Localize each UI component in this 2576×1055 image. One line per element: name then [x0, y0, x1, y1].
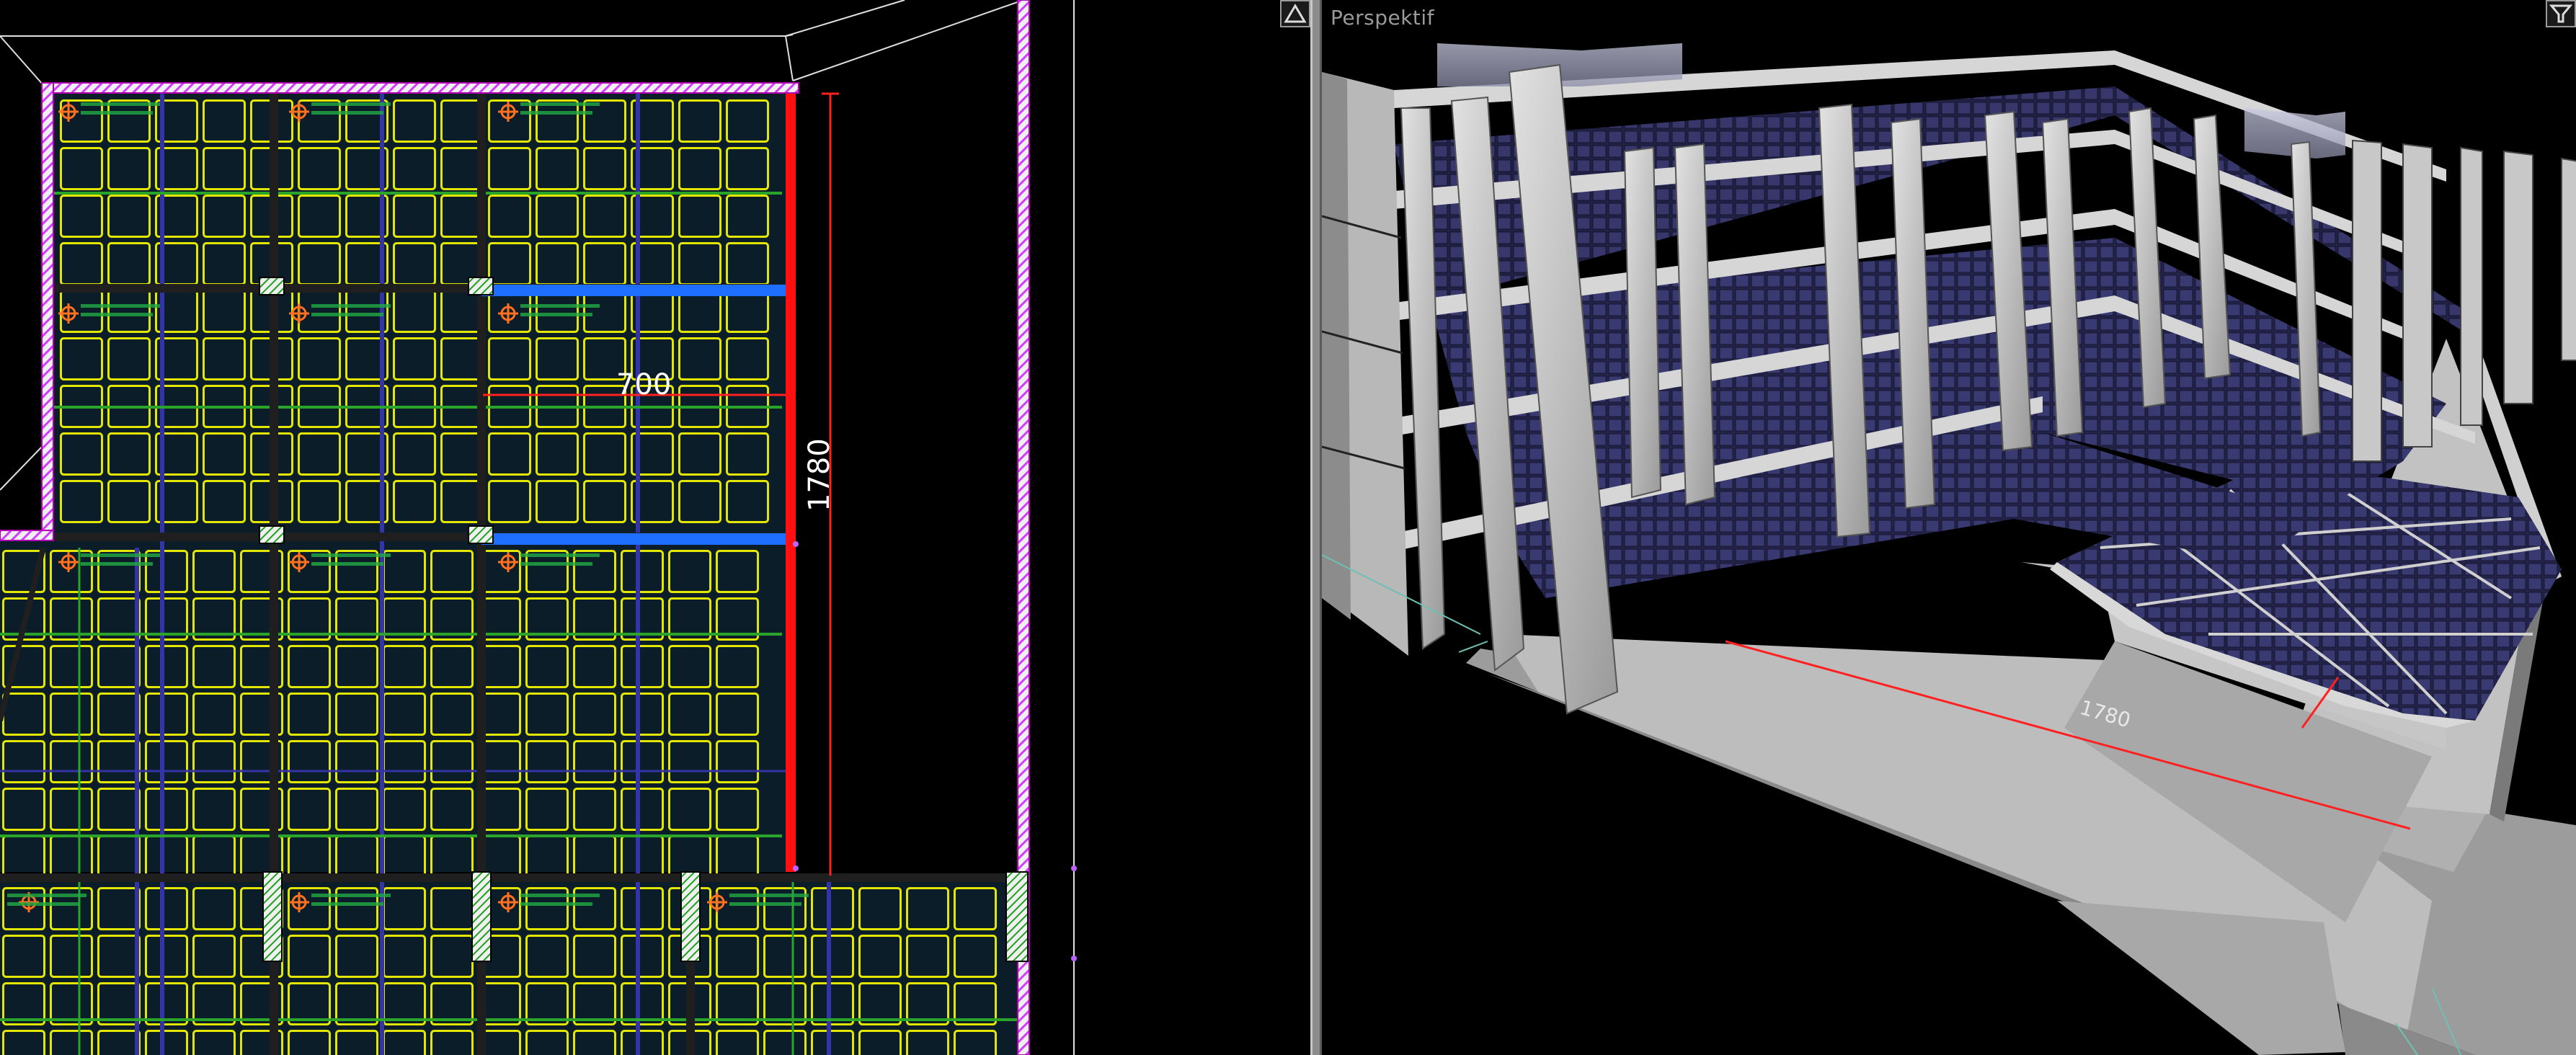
slab-areas	[0, 90, 1020, 1055]
label-line	[520, 102, 600, 106]
viewport-splitter[interactable]	[1310, 0, 1322, 1055]
label-line	[81, 313, 153, 316]
plan-viewport[interactable]: 700 1780	[0, 0, 1310, 1055]
label-line	[311, 102, 391, 106]
label-line	[520, 894, 600, 897]
viewport-title: Perspektif	[1331, 6, 1435, 30]
label-line	[311, 894, 391, 897]
triangle-up-icon[interactable]	[1280, 0, 1310, 27]
perspective-viewport[interactable]: 1780 Perspektif	[1322, 0, 2576, 1055]
label-line	[729, 894, 809, 897]
label-line	[81, 304, 160, 308]
label-line	[7, 902, 79, 906]
left-wall	[1322, 72, 1408, 656]
column	[259, 277, 285, 295]
label-line	[311, 553, 391, 557]
label-line	[311, 902, 383, 906]
column	[259, 525, 285, 544]
label-line	[311, 304, 391, 308]
label-line	[520, 313, 592, 316]
label-line	[81, 102, 160, 106]
column	[1623, 146, 1662, 499]
label-line	[729, 902, 801, 906]
red-beam[interactable]	[786, 90, 796, 872]
column	[1005, 871, 1029, 962]
funnel-icon[interactable]	[2546, 0, 2576, 27]
label-line	[311, 111, 383, 115]
label-line	[311, 562, 383, 566]
dimension-700-label[interactable]: 700	[616, 368, 671, 401]
column	[262, 871, 283, 962]
label-line	[520, 902, 592, 906]
dimension-1780-label[interactable]: 1780	[803, 438, 836, 512]
label-line	[81, 562, 153, 566]
label-line	[81, 553, 160, 557]
column	[471, 871, 492, 962]
column	[468, 277, 494, 295]
perspective-drawing[interactable]: 1780	[1322, 0, 2576, 1055]
label-line	[7, 894, 86, 897]
label-line	[81, 111, 153, 115]
label-line	[520, 304, 600, 308]
column	[468, 525, 494, 544]
column	[680, 871, 701, 962]
label-line	[520, 553, 600, 557]
label-line	[520, 562, 592, 566]
label-line	[520, 111, 592, 115]
label-line	[311, 313, 383, 316]
plan-drawing[interactable]: 700 1780	[0, 0, 1310, 1055]
